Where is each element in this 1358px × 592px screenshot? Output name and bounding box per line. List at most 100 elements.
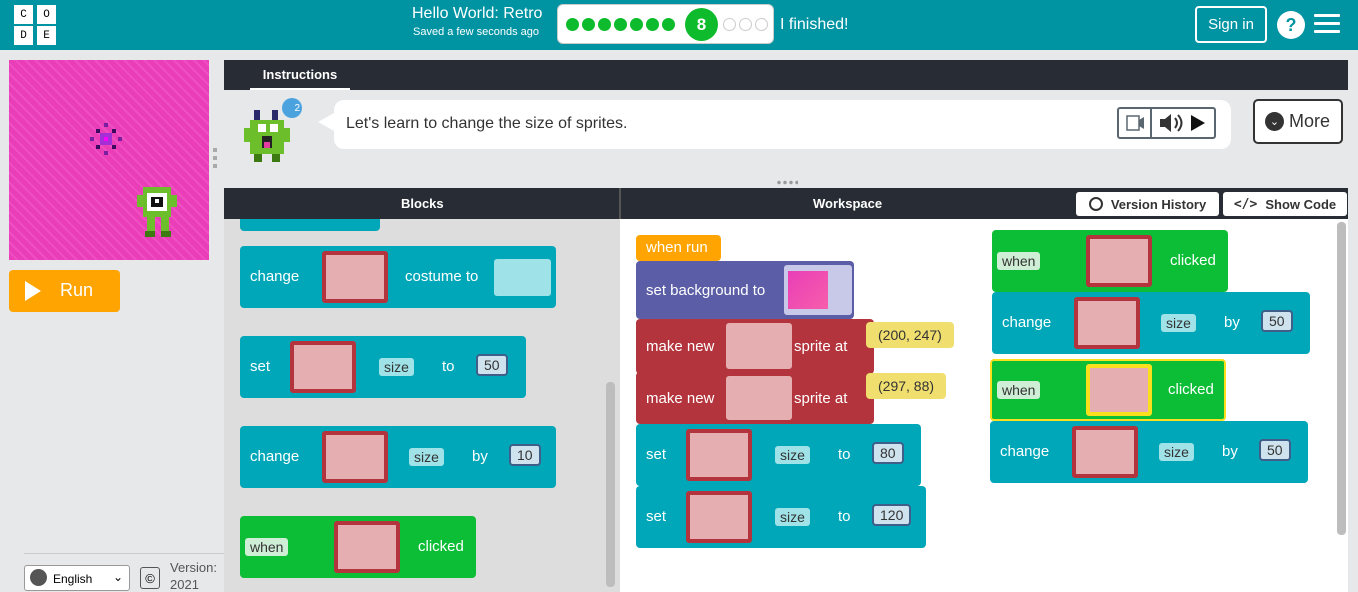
language-label: English xyxy=(53,572,93,586)
level-dot-10[interactable] xyxy=(739,18,752,31)
read-aloud-icon[interactable] xyxy=(1119,109,1152,137)
set-size-block-1[interactable]: set size to 80 xyxy=(636,424,921,486)
logo-letter-c[interactable]: C xyxy=(14,5,33,24)
current-level-bubble[interactable]: 8 xyxy=(685,8,718,41)
sparkle-sprite-dropdown[interactable] xyxy=(322,251,388,303)
panel-resize-handle[interactable] xyxy=(776,180,798,185)
property-dropdown[interactable]: size xyxy=(409,448,444,466)
progress-bar: 8 xyxy=(557,4,774,44)
background-dropdown[interactable] xyxy=(784,265,852,315)
event-dropdown[interactable]: when xyxy=(997,252,1041,270)
sparkle-sprite-dropdown[interactable] xyxy=(1074,297,1140,349)
block-label: set xyxy=(250,358,271,375)
alien-sprite-dropdown[interactable] xyxy=(686,491,752,543)
sparkle-sprite-dropdown[interactable] xyxy=(726,323,792,369)
sparkle-sprite-dropdown[interactable] xyxy=(1086,235,1152,287)
tab-instructions[interactable]: Instructions xyxy=(250,60,350,90)
logo-letter-d[interactable]: D xyxy=(14,26,33,45)
level-dot-2[interactable] xyxy=(582,18,595,31)
coordinate-input-1[interactable]: (200, 247) xyxy=(866,322,954,348)
palette-scrollbar[interactable] xyxy=(606,382,615,587)
level-dot-5[interactable] xyxy=(630,18,643,31)
language-select[interactable]: English ⌄ xyxy=(24,565,130,591)
level-dot-7[interactable] xyxy=(662,18,675,31)
number-input[interactable]: 120 xyxy=(872,504,912,526)
palette-partial-block[interactable] xyxy=(240,219,380,231)
sign-in-button[interactable]: Sign in xyxy=(1195,6,1267,43)
property-dropdown[interactable]: size xyxy=(379,358,414,376)
palette-change-costume-block[interactable]: change costume to xyxy=(240,246,556,308)
sparkle-sprite-dropdown[interactable] xyxy=(334,521,400,573)
number-input[interactable]: 50 xyxy=(1261,310,1293,332)
when-run-block[interactable]: when run xyxy=(636,235,721,261)
version-label: Version: xyxy=(170,560,217,575)
block-label: to xyxy=(838,508,851,525)
make-new-sprite-block-1[interactable]: make new sprite at xyxy=(636,319,874,374)
run-button[interactable]: Run xyxy=(9,270,120,312)
sparkle-sprite-dropdown[interactable] xyxy=(322,431,388,483)
when-clicked-block-1[interactable]: when clicked xyxy=(992,230,1228,292)
workspace-scrollbar[interactable] xyxy=(1337,222,1346,535)
level-dot-11[interactable] xyxy=(755,18,768,31)
block-label: costume to xyxy=(405,268,479,285)
level-dot-1[interactable] xyxy=(566,18,579,31)
number-input[interactable]: 10 xyxy=(509,444,541,466)
level-dot-4[interactable] xyxy=(614,18,627,31)
hint-count-badge: 2 xyxy=(294,102,300,114)
costume-dropdown[interactable] xyxy=(494,259,551,296)
stage-resize-handle[interactable] xyxy=(213,148,217,170)
footer-divider xyxy=(24,553,224,554)
alien-sprite-dropdown[interactable] xyxy=(1086,364,1152,416)
block-label: to xyxy=(838,446,851,463)
level-dot-6[interactable] xyxy=(646,18,659,31)
set-size-block-2[interactable]: set size to 120 xyxy=(636,486,926,548)
sparkle-sprite-dropdown[interactable] xyxy=(686,429,752,481)
level-dot-3[interactable] xyxy=(598,18,611,31)
block-label: sprite at xyxy=(794,338,848,355)
alien-sprite-dropdown[interactable] xyxy=(290,341,356,393)
alien-sprite-dropdown[interactable] xyxy=(1072,426,1138,478)
palette-set-size-block[interactable]: set size to 50 xyxy=(240,336,526,398)
coordinate-input-2[interactable]: (297, 88) xyxy=(866,373,947,399)
finished-link[interactable]: I finished! xyxy=(780,16,848,34)
game-stage[interactable] xyxy=(9,60,209,260)
play-icon xyxy=(25,281,41,301)
event-dropdown[interactable]: when xyxy=(997,381,1041,399)
version-history-button[interactable]: Version History xyxy=(1076,192,1219,216)
number-input[interactable]: 50 xyxy=(1259,439,1291,461)
hint-lightbulb-icon[interactable]: 2 xyxy=(282,98,302,118)
block-label: change xyxy=(250,448,300,465)
alien-sprite-dropdown[interactable] xyxy=(726,376,792,420)
copyright-button[interactable]: © xyxy=(140,567,160,589)
change-size-block-1[interactable]: change size by 50 xyxy=(992,292,1310,354)
palette-change-size-block[interactable]: change size by 10 xyxy=(240,426,556,488)
more-button[interactable]: ⌄ More xyxy=(1253,99,1343,144)
number-input[interactable]: 80 xyxy=(872,442,904,464)
code-icon: </> xyxy=(1233,196,1258,212)
help-button[interactable]: ? xyxy=(1277,11,1305,39)
logo-letter-e[interactable]: E xyxy=(37,26,56,45)
instruction-text: Let's learn to change the size of sprite… xyxy=(346,115,628,132)
level-dot-9[interactable] xyxy=(723,18,736,31)
block-label: change xyxy=(250,268,300,285)
number-input[interactable]: 50 xyxy=(476,354,508,376)
play-audio-icon[interactable] xyxy=(1191,115,1205,131)
block-label: change xyxy=(1000,443,1050,460)
speaker-icon[interactable] xyxy=(1154,109,1187,137)
show-code-button[interactable]: </> Show Code xyxy=(1223,192,1347,216)
logo-letter-o[interactable]: O xyxy=(37,5,56,24)
palette-when-clicked-block[interactable]: when clicked xyxy=(240,516,476,578)
event-dropdown[interactable]: when xyxy=(245,538,289,556)
when-clicked-block-2[interactable]: when clicked xyxy=(990,359,1226,421)
property-dropdown[interactable]: size xyxy=(775,446,810,464)
block-label: set xyxy=(646,508,667,525)
change-size-block-2[interactable]: change size by 50 xyxy=(990,421,1308,483)
property-dropdown[interactable]: size xyxy=(775,508,810,526)
make-new-sprite-block-2[interactable]: make new sprite at xyxy=(636,372,874,424)
property-dropdown[interactable]: size xyxy=(1159,443,1194,461)
version-history-label: Version History xyxy=(1110,196,1207,212)
chevron-down-icon: ⌄ xyxy=(113,570,124,584)
set-background-block[interactable]: set background to xyxy=(636,261,854,319)
property-dropdown[interactable]: size xyxy=(1161,314,1196,332)
chevron-down-icon: ⌄ xyxy=(1265,112,1284,131)
